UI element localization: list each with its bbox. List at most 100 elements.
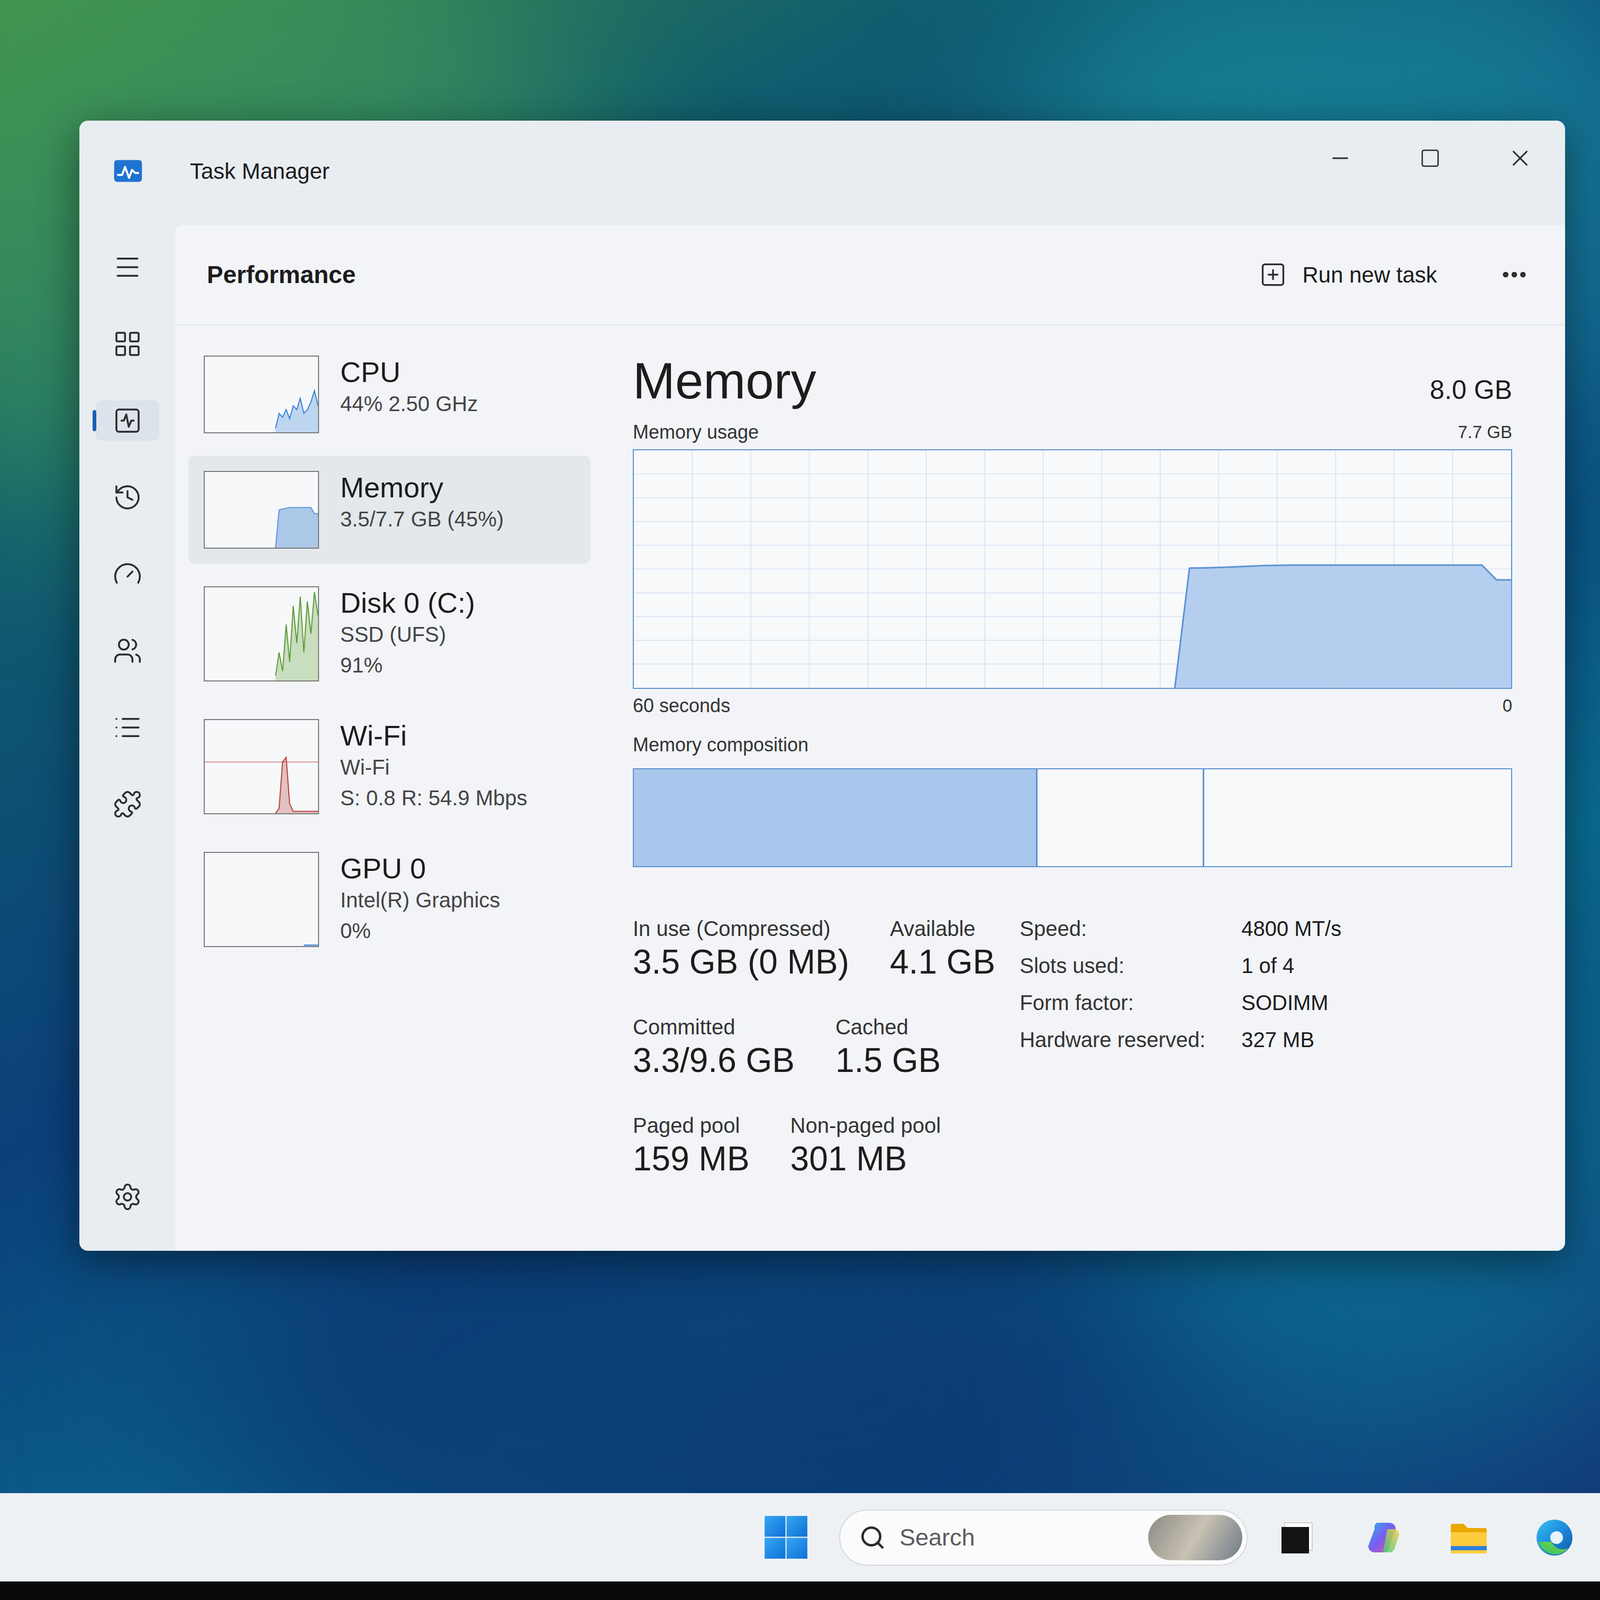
- search-box[interactable]: Search: [839, 1509, 1248, 1566]
- resource-item[interactable]: Wi-FiWi-FiS: 0.8 R: 54.9 Mbps: [188, 703, 591, 830]
- resource-name: GPU 0: [340, 851, 500, 885]
- resource-detail: SSD (UFS): [340, 619, 476, 650]
- memory-detail: Memory 8.0 GB Memory usage 7.7 GB 60 seconds…: [590, 325, 1566, 1251]
- more-options-button[interactable]: [1495, 255, 1534, 294]
- resource-thumbnail: [203, 586, 320, 682]
- stat-row: Committed3.3/9.6 GB Cached1.5 GB: [632, 1014, 996, 1081]
- nav-item[interactable]: [95, 323, 160, 365]
- search-icon: [859, 1524, 886, 1551]
- startup-icon: [112, 559, 143, 589]
- desktop-wallpaper: Task Manager PerformanceRun new task CPU44…: [0, 0, 1600, 1494]
- close-button[interactable]: [1475, 120, 1566, 196]
- screen-bezel: [0, 1581, 1600, 1600]
- nav-item[interactable]: [95, 784, 160, 825]
- memory-composition-bar: [632, 768, 1513, 868]
- stat-item: Available4.1 GB: [889, 915, 996, 983]
- performance-icon: [112, 405, 143, 436]
- time-end: 0: [1502, 694, 1513, 718]
- close-icon: [1506, 144, 1534, 172]
- resource-item[interactable]: Disk 0 (C:)SSD (UFS)91%: [188, 570, 591, 697]
- taskbar: Search: [0, 1493, 1600, 1582]
- file-explorer-icon[interactable]: [1447, 1516, 1490, 1559]
- users-icon: [112, 635, 143, 666]
- task-manager-logo-icon: [112, 155, 144, 187]
- resource-graph-icon: [204, 356, 318, 433]
- resource-detail: Wi-Fi: [340, 751, 528, 783]
- nav-item[interactable]: [95, 247, 160, 288]
- navigation-rail: [79, 224, 176, 1251]
- resource-thumbnail: [203, 719, 320, 815]
- time-label: 60 seconds: [632, 694, 731, 718]
- search-placeholder: Search: [899, 1519, 976, 1556]
- spec-row: Speed:4800 MT/s: [1019, 915, 1342, 942]
- nav-item[interactable]: [95, 1176, 160, 1217]
- resource-name: Disk 0 (C:): [340, 586, 476, 620]
- resource-item[interactable]: GPU 0Intel(R) Graphics0%: [188, 836, 591, 963]
- memory-usage-chart: [632, 449, 1513, 689]
- resource-list: CPU44% 2.50 GHzMemory3.5/7.7 GB (45%)Dis…: [175, 325, 591, 1251]
- resource-detail: 91%: [340, 649, 476, 681]
- spec-row: Slots used:1 of 4: [1019, 952, 1342, 979]
- selected-indicator: [92, 410, 97, 432]
- copilot-icon[interactable]: [1361, 1516, 1405, 1559]
- stat-row: In use (Compressed)3.5 GB (0 MB) Availabl…: [632, 915, 996, 983]
- resource-graph-icon: [204, 471, 318, 548]
- composition-segment: [1204, 769, 1512, 867]
- resource-name: Memory: [340, 470, 504, 504]
- window-title: Task Manager: [189, 154, 330, 188]
- minimize-button[interactable]: [1295, 120, 1386, 196]
- run-task-icon: [1259, 260, 1287, 289]
- resource-item[interactable]: CPU44% 2.50 GHz: [188, 340, 591, 449]
- title-bar: Task Manager: [79, 120, 1566, 225]
- menu-icon: [112, 252, 143, 283]
- performance-panel: PerformanceRun new taskCPU44% 2.50 GHzMe…: [175, 224, 1566, 1251]
- detail-title: Memory: [632, 351, 817, 411]
- nav-item[interactable]: [95, 400, 160, 441]
- task-view-icon[interactable]: [1276, 1516, 1319, 1559]
- detail-total: 8.0 GB: [1429, 374, 1513, 411]
- task-manager-window[interactable]: Task Manager PerformanceRun new task CPU44…: [79, 120, 1566, 1251]
- memory-specs: Speed:4800 MT/sSlots used:1 of 4Form fac…: [1019, 915, 1342, 1053]
- composition-label: Memory composition: [632, 733, 1513, 757]
- nav-item[interactable]: [95, 707, 160, 748]
- stat-item: In use (Compressed)3.5 GB (0 MB): [632, 915, 850, 983]
- processes-icon: [112, 329, 143, 359]
- more-icon: [1499, 259, 1530, 290]
- resource-detail: S: 0.8 R: 54.9 Mbps: [340, 782, 528, 814]
- search-highlight-image: [1148, 1514, 1243, 1561]
- usage-label: Memory usage: [632, 420, 759, 444]
- resource-graph-icon: [204, 720, 318, 814]
- resource-detail: 0%: [340, 915, 500, 947]
- resource-graph-icon: [204, 587, 318, 681]
- app-history-icon: [112, 482, 143, 513]
- resource-detail: 44% 2.50 GHz: [340, 388, 478, 420]
- resource-graph-icon: [204, 852, 318, 947]
- desktop-screen: Task Manager PerformanceRun new task CPU44…: [0, 0, 1600, 1600]
- resource-name: Wi-Fi: [340, 719, 528, 752]
- maximize-button[interactable]: [1385, 120, 1476, 196]
- nav-item[interactable]: [95, 553, 160, 595]
- panel-header: PerformanceRun new task: [175, 224, 1566, 326]
- spec-row: Hardware reserved:327 MB: [1019, 1026, 1342, 1053]
- edge-browser-icon[interactable]: [1533, 1516, 1576, 1559]
- resource-thumbnail: [203, 470, 320, 549]
- resource-detail: 3.5/7.7 GB (45%): [340, 503, 504, 535]
- minimize-icon: [1328, 146, 1353, 171]
- stat-item: Committed3.3/9.6 GB: [632, 1014, 795, 1081]
- composition-segment: [633, 769, 1038, 867]
- stat-item: Paged pool159 MB: [632, 1112, 750, 1180]
- run-new-task-button[interactable]: Run new task: [1253, 252, 1443, 297]
- resource-thumbnail: [203, 851, 320, 948]
- resource-item[interactable]: Memory3.5/7.7 GB (45%): [188, 455, 591, 565]
- nav-item[interactable]: [95, 630, 160, 671]
- stat-item: Non-paged pool301 MB: [790, 1112, 942, 1180]
- resource-name: CPU: [340, 355, 478, 389]
- windows-start-icon[interactable]: [763, 1514, 809, 1560]
- services-icon: [112, 789, 143, 820]
- maximize-icon: [1419, 147, 1441, 169]
- resource-thumbnail: [203, 355, 320, 434]
- details-icon: [112, 712, 143, 743]
- stat-item: Cached1.5 GB: [835, 1014, 941, 1081]
- usage-max: 7.7 GB: [1457, 420, 1513, 444]
- nav-item[interactable]: [95, 477, 160, 518]
